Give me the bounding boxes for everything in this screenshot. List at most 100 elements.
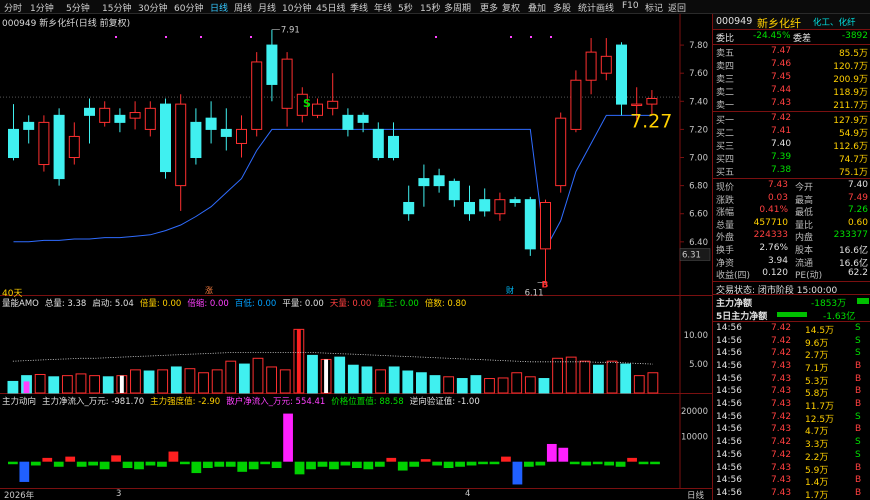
flow-bar[interactable] [420, 459, 431, 462]
volume-bar[interactable] [34, 373, 46, 394]
period-tab-9[interactable]: 10分钟 [282, 1, 311, 14]
flow-bar[interactable] [88, 461, 99, 466]
candle[interactable] [129, 101, 141, 130]
volume-bar[interactable] [565, 356, 577, 394]
flow-bar[interactable] [294, 461, 305, 475]
flow-bar[interactable] [409, 461, 420, 467]
period-tab-6[interactable]: 日线 [210, 1, 228, 14]
flow-bar[interactable] [76, 461, 87, 467]
flow-bar[interactable] [340, 461, 351, 466]
candle[interactable] [160, 98, 171, 179]
period-tab-1[interactable]: 1分钟 [30, 1, 54, 14]
flow-bar[interactable] [386, 457, 397, 462]
volume-bar[interactable] [579, 360, 591, 394]
candle[interactable] [190, 108, 202, 165]
flow-bar[interactable] [99, 461, 110, 470]
flow-bar[interactable] [30, 461, 41, 466]
volume-bar[interactable] [307, 354, 318, 394]
candle[interactable] [342, 108, 354, 137]
volume-bar[interactable] [361, 366, 373, 394]
volume-bar[interactable] [375, 369, 386, 394]
flow-bar[interactable] [604, 461, 615, 466]
flow-bar[interactable] [19, 461, 30, 482]
flow-bar[interactable] [42, 457, 53, 462]
volume-bar[interactable] [211, 369, 223, 394]
volume-indicator-title[interactable]: 量能AMO [2, 299, 39, 309]
flow-bar[interactable] [466, 461, 477, 466]
flow-bar[interactable] [581, 461, 592, 466]
volume-bar[interactable] [524, 376, 536, 394]
candle[interactable] [418, 164, 430, 207]
candle[interactable] [84, 98, 95, 144]
candle[interactable] [600, 38, 612, 81]
flow-bar[interactable] [260, 461, 271, 465]
volume-bar[interactable] [633, 375, 645, 394]
flow-bar[interactable] [558, 447, 569, 462]
volume-bar[interactable] [252, 357, 264, 394]
flow-bar[interactable] [157, 461, 167, 467]
volume-bar[interactable] [402, 370, 414, 394]
flow-bar[interactable] [111, 455, 121, 462]
period-tab-11[interactable]: 季线 [350, 1, 368, 14]
toolbar-action-6[interactable]: 标记 [645, 1, 663, 14]
candle[interactable] [327, 73, 339, 116]
period-tab-14[interactable]: 15秒 [420, 1, 440, 14]
flow-bar[interactable] [329, 461, 339, 470]
period-tab-13[interactable]: 5秒 [398, 1, 413, 14]
flow-bar[interactable] [432, 461, 443, 466]
toolbar-action-4[interactable]: 画线 [596, 1, 614, 14]
volume-bar[interactable] [388, 366, 400, 394]
candle[interactable] [251, 52, 263, 137]
flow-bar[interactable] [638, 461, 649, 465]
flow-bar[interactable] [397, 461, 408, 471]
flow-bar[interactable] [535, 461, 546, 466]
toolbar-action-3[interactable]: 统计 [578, 1, 596, 14]
flow-bar[interactable] [501, 456, 511, 462]
candle[interactable] [540, 199, 551, 283]
flow-bar[interactable] [374, 461, 385, 467]
flow-bar[interactable] [306, 461, 316, 470]
flow-bar[interactable] [650, 461, 660, 465]
flow-bar[interactable] [615, 461, 626, 467]
flow-bar[interactable] [168, 451, 179, 462]
flow-bar[interactable] [478, 461, 488, 465]
candle[interactable] [175, 94, 187, 211]
flow-bar[interactable] [53, 461, 64, 467]
volume-bar[interactable] [225, 360, 237, 394]
flow-bar[interactable] [524, 461, 534, 467]
candle[interactable] [312, 98, 323, 119]
candle[interactable] [494, 192, 506, 221]
candle[interactable] [68, 122, 80, 165]
toolbar-action-5[interactable]: F10 [622, 1, 639, 11]
flow-bar[interactable] [225, 461, 236, 467]
volume-bar[interactable] [48, 376, 60, 394]
flow-bar[interactable] [214, 461, 225, 467]
period-tab-4[interactable]: 30分钟 [138, 1, 167, 14]
period-tab-0[interactable]: 分时 [4, 1, 22, 14]
flow-bar[interactable] [569, 461, 580, 465]
candle[interactable] [281, 52, 293, 127]
volume-bar[interactable] [279, 369, 291, 394]
flow-bar[interactable] [489, 461, 500, 465]
volume-bar[interactable] [266, 366, 278, 394]
candle[interactable] [205, 101, 217, 144]
flow-bar[interactable] [512, 461, 523, 485]
flow-bar[interactable] [65, 456, 76, 462]
volume-bar[interactable] [443, 376, 455, 394]
volume-bar[interactable] [143, 370, 155, 394]
period-tab-15[interactable]: 多周期 [444, 1, 471, 14]
volume-bar[interactable] [647, 372, 659, 394]
volume-bar[interactable] [416, 372, 427, 394]
period-tab-16[interactable]: 更多 [480, 1, 498, 14]
flow-bar[interactable] [443, 461, 454, 469]
candle[interactable] [38, 115, 50, 172]
period-tab-7[interactable]: 周线 [234, 1, 252, 14]
volume-bar[interactable] [456, 378, 468, 394]
candle[interactable] [372, 122, 384, 161]
volume-bar[interactable] [606, 360, 618, 394]
volume-bar[interactable] [170, 366, 182, 394]
flow-bar[interactable] [134, 461, 144, 470]
flow-bar[interactable] [202, 461, 213, 469]
flow-bar[interactable] [180, 461, 190, 465]
flow-bar[interactable] [455, 461, 465, 467]
